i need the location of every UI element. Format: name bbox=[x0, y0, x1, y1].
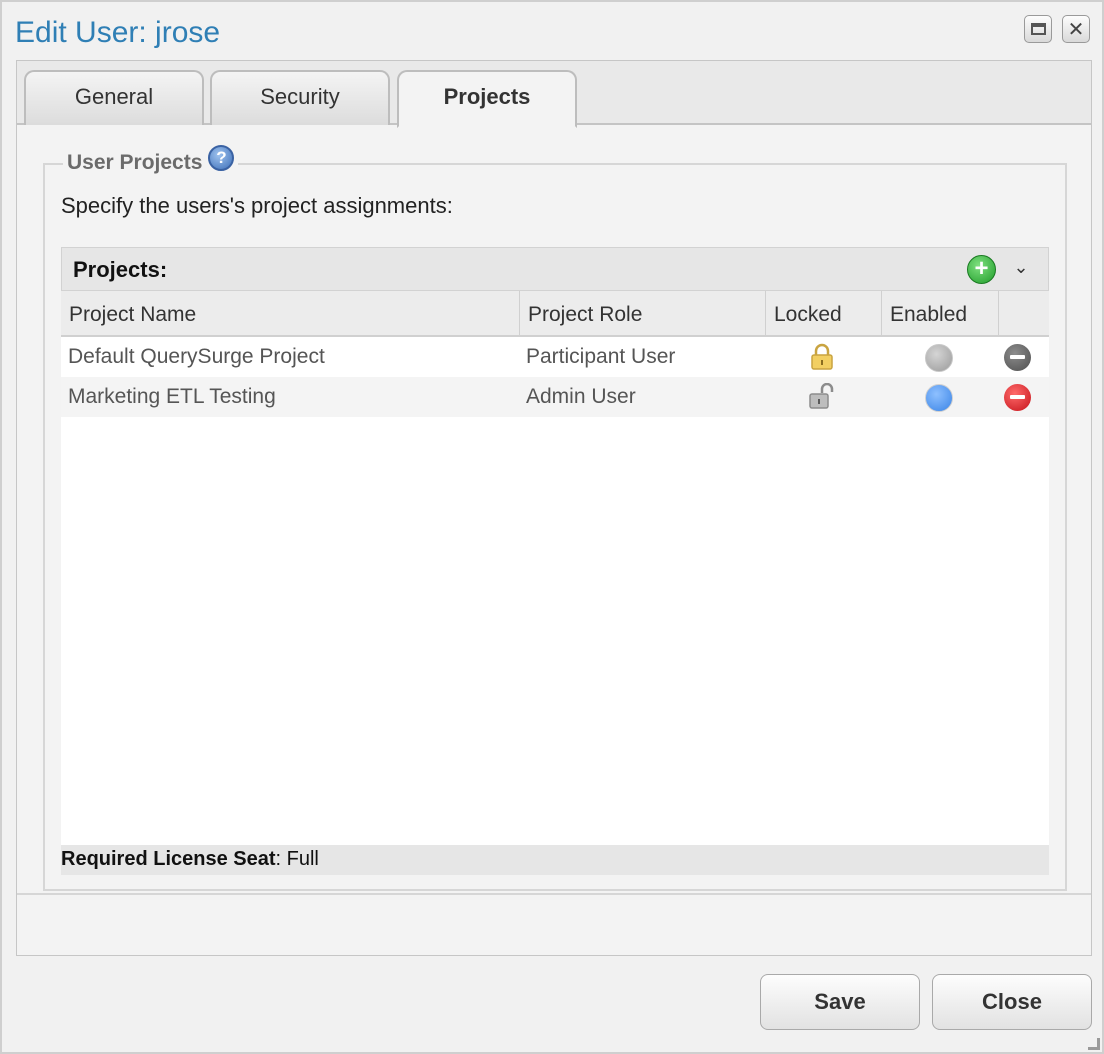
project-role-cell[interactable]: Participant User bbox=[526, 337, 675, 377]
maximize-button[interactable] bbox=[1024, 15, 1052, 43]
edit-user-dialog: Edit User: jrose ✕ General Security Proj… bbox=[0, 0, 1104, 1054]
license-seat-bar: Required License Seat: Full bbox=[61, 845, 1049, 875]
project-role-cell[interactable]: Admin User bbox=[526, 377, 636, 417]
table-row[interactable]: Default QuerySurge Project Participant U… bbox=[61, 337, 1049, 377]
chevron-down-icon[interactable]: ⌄ bbox=[1009, 256, 1033, 280]
instructions-text: Specify the users's project assignments: bbox=[61, 193, 453, 218]
enabled-toggle-icon[interactable] bbox=[925, 384, 953, 412]
divider bbox=[17, 893, 1091, 895]
grid-title: Projects: bbox=[73, 257, 168, 282]
maximize-icon bbox=[1031, 23, 1046, 35]
license-seat-value: : Full bbox=[275, 848, 319, 870]
project-name-cell: Marketing ETL Testing bbox=[68, 385, 276, 408]
project-name-cell: Default QuerySurge Project bbox=[68, 345, 325, 368]
column-header-project-role[interactable]: Project Role bbox=[520, 291, 766, 337]
dialog-title: Edit User: jrose bbox=[15, 16, 221, 49]
column-header-project-name[interactable]: Project Name bbox=[61, 291, 520, 337]
column-headers: Project Name Project Role Locked Enabled bbox=[61, 291, 1049, 337]
table-row[interactable]: Marketing ETL Testing Admin User bbox=[61, 377, 1049, 417]
tab-strip: General Security Projects bbox=[17, 61, 1091, 128]
enabled-toggle-icon[interactable] bbox=[925, 344, 953, 372]
user-projects-fieldset: User Projects ? Specify the users's proj… bbox=[43, 145, 1067, 891]
unlocked-icon[interactable] bbox=[809, 383, 835, 411]
legend-label: User Projects bbox=[67, 151, 203, 174]
grid-header: Projects: + ⌄ bbox=[61, 247, 1049, 291]
column-header-locked[interactable]: Locked bbox=[766, 291, 882, 337]
column-header-enabled[interactable]: Enabled bbox=[882, 291, 999, 337]
add-project-icon[interactable]: + bbox=[967, 255, 996, 284]
projects-grid: Projects: + ⌄ Project Name Project Role … bbox=[61, 247, 1049, 875]
save-button[interactable]: Save bbox=[760, 974, 920, 1030]
close-window-button[interactable]: ✕ bbox=[1062, 15, 1090, 43]
column-header-actions bbox=[999, 291, 1049, 337]
resize-grip-icon[interactable] bbox=[1088, 1038, 1100, 1050]
remove-icon[interactable] bbox=[1004, 384, 1031, 411]
tab-general[interactable]: General bbox=[24, 70, 204, 125]
close-button[interactable]: Close bbox=[932, 974, 1092, 1030]
fieldset-legend: User Projects ? bbox=[63, 145, 239, 175]
tab-panel: General Security Projects User Projects … bbox=[16, 60, 1092, 956]
remove-icon[interactable] bbox=[1004, 344, 1031, 371]
close-icon: ✕ bbox=[1067, 17, 1085, 41]
tab-projects[interactable]: Projects bbox=[397, 70, 577, 128]
help-icon[interactable]: ? bbox=[208, 145, 235, 171]
tab-security[interactable]: Security bbox=[210, 70, 390, 125]
locked-icon[interactable] bbox=[809, 343, 835, 371]
license-seat-label: Required License Seat bbox=[61, 848, 276, 870]
